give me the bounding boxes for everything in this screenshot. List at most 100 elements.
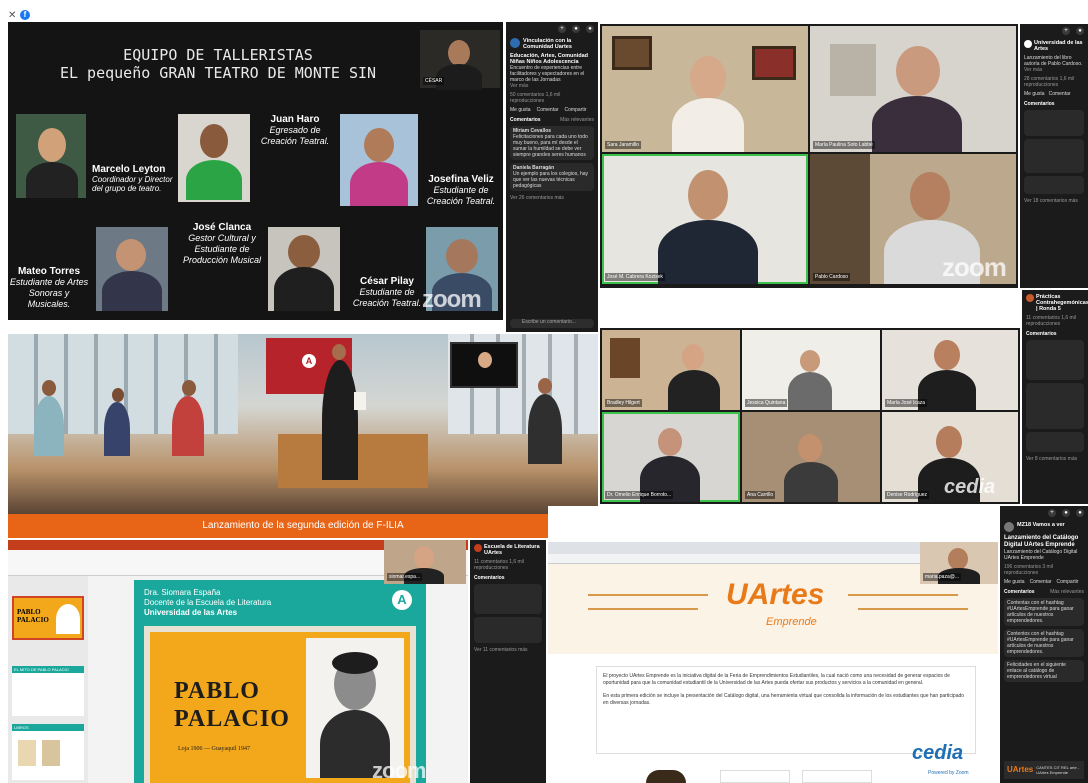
host-video-2: siomar.espa... [384,540,466,584]
view-more-comments[interactable]: Ver 11 comentarios más [474,647,542,653]
host-tag: siomar.espa... [387,573,423,581]
see-more-link[interactable]: Ver más [510,83,594,89]
comment-2 [1026,383,1084,429]
book-title-1: PABLO [174,678,260,704]
share-button[interactable]: Compartir [565,107,587,113]
video-tile-9: Ana Carrillo [742,412,880,502]
footer-brand: UArtes [1007,765,1034,774]
comments-header: Comentarios [1024,101,1055,107]
messenger-icon[interactable]: ● [572,25,580,33]
participant-name-9: Ana Carrillo [745,491,776,499]
panel-pablo-palacio: PABLO PALACIO EL MITO DE PABLO PALACIO L… [8,540,546,783]
event-banner: Lanzamiento de la segunda edición de F-I… [8,514,598,538]
post-text: Lanzamiento del libro autoría de Pablo C… [1024,55,1083,67]
uartes-logo-icon: A [302,354,316,368]
book-title-2: PALACIO [174,706,290,732]
speaker-name: Dra. Siomara España [144,588,221,597]
page-avatar [1026,294,1034,302]
slide-thumbnails: PABLO PALACIO EL MITO DE PABLO PALACIO L… [8,576,88,783]
person-role-jose: Gestor Cultural y Estudiante de Producci… [182,233,262,265]
video-tile-4: Pablo Cardoso zoom [810,154,1016,284]
reaction-counts: 50 comentarios 1,6 mil reproducciones [510,92,561,104]
page-name[interactable]: Escuela de Literatura UArtes [484,544,542,556]
powered-by-zoom: Powered by Zoom [928,770,969,776]
panel-practicas: Bradley Hilgert Jessica Quintana María J… [600,290,1088,504]
video-tile-8: Dr. Omelio Enrique Borroto... [602,412,740,502]
speaker-org: Universidad de las Artes [144,608,238,617]
close-icon[interactable]: ✕ [8,10,16,21]
bell-icon[interactable]: ● [1076,509,1084,517]
thumb-3[interactable]: LIBROS [12,724,84,780]
page-name[interactable]: Universidad de las Artes [1034,40,1084,52]
sort-relevant[interactable]: Más relevantes [1050,589,1084,595]
like-button[interactable]: Me gusta [1024,91,1045,97]
host-name: CÉSAR [423,77,445,85]
fb-sidebar-5: + ● ● MZ18 Vamos a ver Lanzamiento del Cat… [1000,506,1088,783]
participant-name-5: Bradley Hilgert [605,399,642,407]
person-name-juan: Juan Haro [270,114,320,125]
panel-book-launch: Sara Jaramillo María Paulina Soto Labbé … [600,10,1088,288]
participant-name-4: Pablo Cardoso [813,273,851,281]
speaker-role: Docente de la Escuela de Literatura [144,598,272,607]
page-avatar [1024,40,1032,48]
page-name[interactable]: Vinculación con la Comunidad Uartes [523,38,594,50]
share-button[interactable]: Compartir [1057,579,1079,585]
comments-header: Comentarios [510,117,541,123]
slide-title-line-2: EL pequeño GRAN TEATRO DE MONTE SIN [59,64,377,82]
thumb-2[interactable]: EL MITO DE PABLO PALACIO [12,666,84,716]
comment-1: Contentas con el hashtag #UArtesEmprende… [1004,598,1084,626]
fb-sidebar-1: + ● ● Vinculación con la Comunidad Uartes … [506,22,598,332]
zoom-watermark-3: zoom [372,758,426,783]
plus-icon[interactable]: + [558,25,566,33]
comment-3: Felicidades en el siguiente enlace al ca… [1004,660,1084,682]
thumb-3-title: LIBROS [12,724,84,731]
comment-1 [1026,340,1084,380]
tv-monitor [450,342,518,388]
slide-title-line-1: EQUIPO DE TALLERISTAS [123,46,313,64]
page-avatar [1004,522,1014,532]
slide-title: EQUIPO DE TALLERISTAS EL pequeño GRAN TE… [8,46,428,82]
comment-1-text: Felicitaciones para cada uno todo muy bu… [513,134,588,158]
powerpoint-window: PABLO PALACIO EL MITO DE PABLO PALACIO L… [8,540,468,783]
book-years: Loja 1906 — Guayaquil 1947 [178,746,250,752]
host-video: CÉSAR [420,30,500,90]
person-name-josefina: Josefina Veliz [428,174,494,185]
comment-input[interactable]: Escribe un comentario... [510,319,594,328]
fb-sidebar-3: Prácticas Contrahegemónicas | Ronda 5 11… [1022,290,1088,504]
view-more-comments[interactable]: Ver 8 comentarios más [1026,456,1084,462]
messenger-icon[interactable]: ● [1076,27,1084,35]
participant-name-8: Dr. Omelio Enrique Borroto... [605,491,674,499]
page-name[interactable]: MZ18 Vamos a ver [1017,522,1065,532]
thumb-1[interactable]: PABLO PALACIO [12,596,84,640]
portrait [306,638,404,778]
post-title: Lanzamiento del Catálogo Digital UArtes … [1004,535,1079,548]
person-name-mateo: Mateo Torres [17,266,81,277]
person-role-juan: Egresado de Creación Teatral. [260,125,330,146]
description-paragraph-1: El proyecto UArtes Emprende es la inicia… [603,673,950,686]
bell-icon[interactable]: ● [586,25,594,33]
plus-icon[interactable]: + [1048,509,1056,517]
plus-icon[interactable]: + [1062,27,1070,35]
zoom-watermark-2: zoom [942,252,1007,282]
page-avatar [474,544,482,552]
footer-text: CANTES CIT REL arte - UArtes Emprende [1036,765,1080,775]
comment-3 [1026,432,1084,452]
person-role-mateo: Estudiante de Artes Sonoras y Musicales. [9,277,89,309]
zoom-watermark: zoom [422,286,482,313]
comment-2 [474,617,542,643]
like-button[interactable]: Me gusta [510,107,531,113]
view-more-comments[interactable]: Ver 26 comentarios más [510,195,594,201]
comment-button[interactable]: Comentar [1030,579,1052,585]
like-button[interactable]: Me gusta [1004,579,1025,585]
post-title: Educación, Artes, Comunidad Niñas Niños … [510,53,589,65]
photo-josefina [340,114,418,206]
view-more-comments[interactable]: Ver 18 comentarios más [1024,198,1084,204]
see-more-link[interactable]: Ver más [1024,67,1084,73]
person-role-josefina: Estudiante de Creación Teatral. [426,185,496,206]
comment-button[interactable]: Comentar [1049,91,1071,97]
participant-name-2: María Paulina Soto Labbé [813,141,875,149]
sort-relevant[interactable]: Más relevantes [560,117,594,123]
video-tile-2: María Paulina Soto Labbé [810,26,1016,152]
comment-button[interactable]: Comentar [537,107,559,113]
messenger-icon[interactable]: ● [1062,509,1070,517]
